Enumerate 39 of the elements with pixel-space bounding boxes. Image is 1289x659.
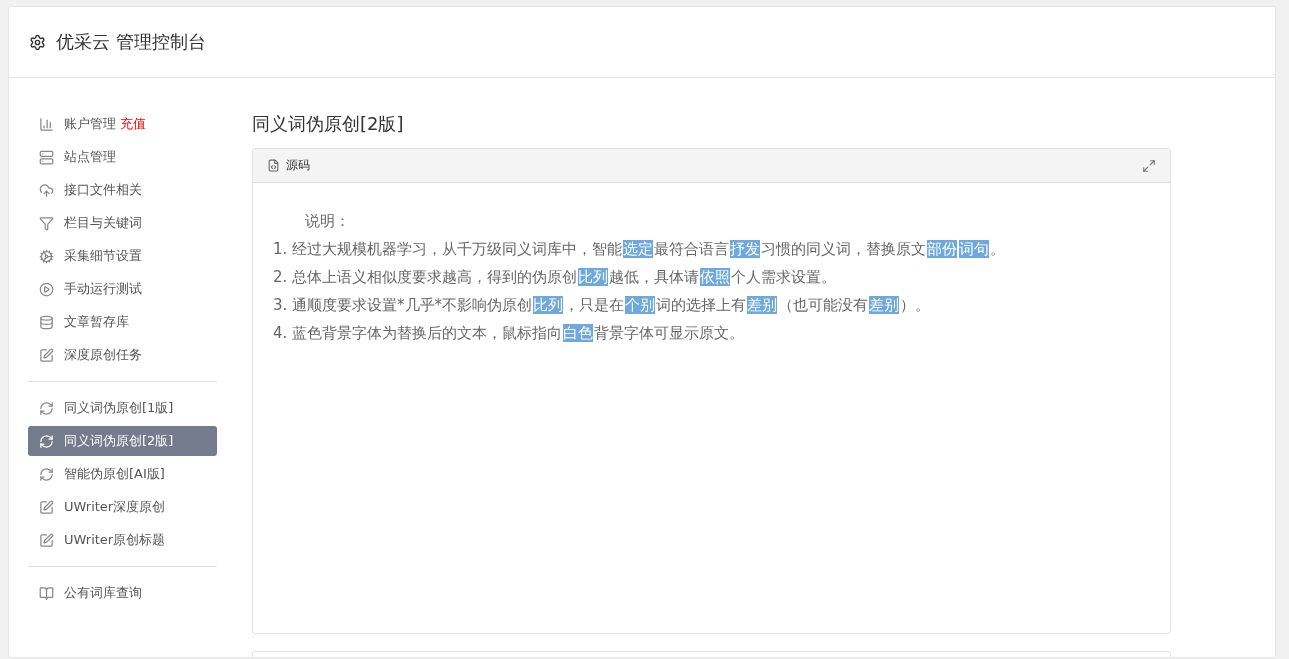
source-button[interactable]: 源码 bbox=[267, 157, 310, 174]
recharge-link[interactable]: 充值 bbox=[120, 116, 146, 131]
page-title: 同义词伪原创[2版] bbox=[252, 112, 405, 136]
sidebar-item[interactable]: 手动运行测试 bbox=[28, 274, 217, 304]
fullscreen-icon[interactable] bbox=[1142, 158, 1156, 173]
edit-icon bbox=[39, 532, 54, 548]
console-title: 优采云 管理控制台 bbox=[56, 30, 206, 54]
book-icon bbox=[39, 585, 54, 601]
sidebar-item[interactable]: 栏目与关键词 bbox=[28, 208, 217, 238]
sidebar-item[interactable]: 智能伪原创[AI版] bbox=[28, 459, 217, 489]
explanation-line: 2. 总体上语义相似度要求越高，得到的伪原创比列越低，具体请依照个人需求设置。 bbox=[273, 267, 838, 288]
sidebar-item[interactable]: 同义词伪原创[1版] bbox=[28, 393, 217, 423]
database-icon bbox=[39, 314, 54, 330]
sidebar-item[interactable]: 采集细节设置 bbox=[28, 241, 217, 271]
sidebar-item[interactable]: 账户管理 充值 bbox=[28, 109, 217, 139]
explanation-line: 4. 蓝色背景字体为替换后的文本，鼠标指向 白色背景字体可显示原文。 bbox=[273, 323, 746, 344]
play-icon bbox=[39, 281, 54, 297]
explanation-heading: 说明： bbox=[304, 211, 351, 232]
sidebar-item[interactable]: UWriter深度原创 bbox=[28, 492, 217, 522]
edit-icon bbox=[39, 347, 54, 363]
sidebar-item[interactable]: 文章暂存库 bbox=[28, 307, 217, 337]
refresh-icon bbox=[39, 466, 54, 482]
filter-icon bbox=[39, 215, 54, 231]
cloud-upload-icon bbox=[39, 182, 54, 198]
code-file-icon bbox=[267, 159, 280, 172]
sidebar-item[interactable]: 公有词库查询 bbox=[28, 578, 217, 608]
bar-chart-icon bbox=[39, 116, 54, 132]
edit-icon bbox=[39, 499, 54, 515]
explanation-line: 1. 经过大规模机器学习，从千万级同义词库中，智能选定最符合语言抒发习惯的同义词，替换原文部份词句。 bbox=[273, 239, 1007, 260]
refresh-icon bbox=[39, 433, 54, 449]
sidebar-item[interactable]: 站点管理 bbox=[28, 142, 217, 172]
sidebar-item[interactable]: 接口文件相关 bbox=[28, 175, 217, 205]
explanation-line: 3. 通顺度要求设置*几乎*不影响伪原创比列，只是在个别词的选择上有差别（也可能没有差别）。 bbox=[273, 295, 932, 316]
sidebar-item[interactable]: 同义词伪原创[2版] bbox=[28, 426, 217, 456]
refresh-icon bbox=[39, 400, 54, 416]
sidebar-item[interactable]: UWriter原创标题 bbox=[28, 525, 217, 555]
settings-icon bbox=[29, 33, 46, 51]
server-icon bbox=[39, 149, 54, 165]
sidebar-item[interactable]: 深度原创任务 bbox=[28, 340, 217, 370]
